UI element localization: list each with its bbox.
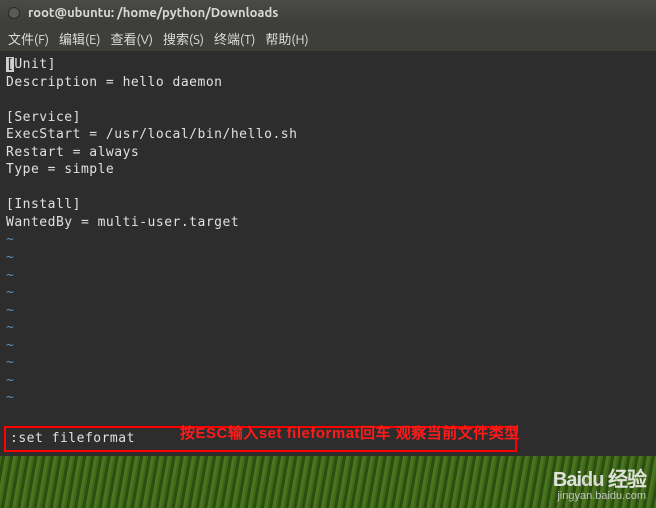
tilde-line: ~ (6, 373, 14, 388)
wm-left: Bai (553, 469, 581, 491)
wm-right: du (581, 469, 603, 491)
menu-help[interactable]: 帮助(H) (265, 29, 308, 48)
line-10: WantedBy = multi-user.target (6, 215, 239, 230)
close-icon[interactable] (8, 7, 20, 19)
window-title: root@ubuntu: /home/python/Downloads (28, 6, 278, 20)
tilde-line: ~ (6, 268, 14, 283)
line-6: Restart = always (6, 145, 139, 160)
wm-cn: 经验 (608, 469, 646, 491)
menu-terminal[interactable]: 终端(T) (214, 29, 255, 48)
tilde-line: ~ (6, 232, 14, 247)
menu-edit[interactable]: 编辑(E) (59, 29, 100, 48)
line-4: [Service] (6, 110, 81, 125)
terminal-editor[interactable]: [Unit] Description = hello daemon [Servi… (0, 52, 656, 456)
menu-view[interactable]: 查看(V) (111, 29, 153, 48)
tilde-line: ~ (6, 390, 14, 405)
watermark: Baidu 经验 jingyan.baidu.com (553, 463, 646, 502)
tilde-line: ~ (6, 285, 14, 300)
annotation-text: 按ESC输入set fileformat回车 观察当前文件类型 (180, 424, 520, 444)
menubar: 文件(F) 编辑(E) 查看(V) 搜索(S) 终端(T) 帮助(H) (0, 26, 656, 52)
line-7: Type = simple (6, 162, 114, 177)
watermark-logo: Baidu 经验 (553, 463, 646, 492)
footer: Baidu 经验 jingyan.baidu.com (0, 456, 656, 508)
line-9: [Install] (6, 197, 81, 212)
menu-file[interactable]: 文件(F) (8, 29, 49, 48)
tilde-line: ~ (6, 355, 14, 370)
line-1-rest: Unit] (14, 57, 56, 72)
watermark-url: jingyan.baidu.com (553, 490, 646, 502)
tilde-line: ~ (6, 303, 14, 318)
tilde-line: ~ (6, 320, 14, 335)
menu-search[interactable]: 搜索(S) (163, 29, 204, 48)
titlebar: root@ubuntu: /home/python/Downloads (0, 0, 656, 26)
tilde-line: ~ (6, 338, 14, 353)
tilde-line: ~ (6, 250, 14, 265)
vim-command: :set fileformat (10, 431, 135, 446)
line-2: Description = hello daemon (6, 75, 223, 90)
line-5: ExecStart = /usr/local/bin/hello.sh (6, 127, 297, 142)
